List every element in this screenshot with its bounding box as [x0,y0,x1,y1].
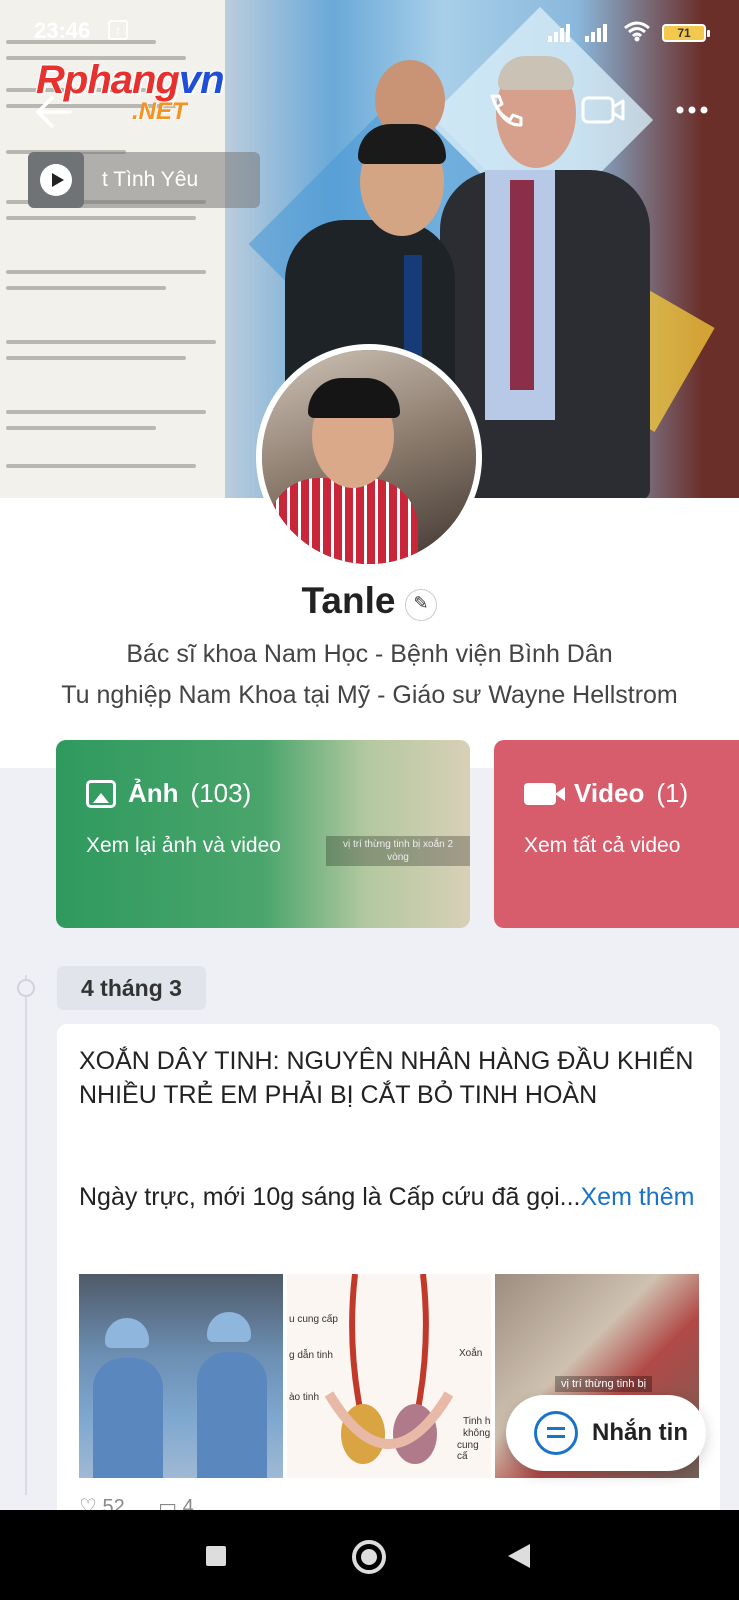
video-icon [524,782,565,805]
photos-card-image-caption: vị trí thừng tinh bị xoắn 2 vòng [326,836,470,866]
logo-vn-text: vn [178,58,225,102]
back-arrow-icon[interactable] [34,94,74,130]
diagram-label: cung cấ [457,1440,479,1462]
status-time: 23:46 [34,18,91,43]
diagram-label: Tinh h [463,1416,491,1427]
profile-bio-line2: Tu nghiệp Nam Khoa tại Mỹ - Giáo sư Wayn… [61,681,678,709]
video-card[interactable]: Video (1) Xem tất cả video [494,740,739,928]
diagram-label: g dẫn tinh [289,1350,333,1361]
post-photo-diagram[interactable]: u cung cấp g dẫn tinh ào tinh Xoắn Tinh … [287,1274,491,1478]
photos-card-title: Ảnh (103) [86,778,251,809]
diagram-label: Xoắn [459,1348,483,1359]
image-icon [86,779,116,808]
profile-bio-line1: Bác sĩ khoa Nam Học - Bệnh viện Bình Dân [126,640,613,668]
photos-count: (103) [190,778,252,808]
photos-card[interactable]: Ảnh (103) Xem lại ảnh và video vị trí thừ… [56,740,470,928]
timeline-dot [17,979,35,997]
signal-icon-2 [585,24,607,42]
music-thumbnail [28,152,84,208]
system-navigation-bar [0,1510,739,1600]
diagram-label: không [463,1428,491,1439]
wifi-icon [624,21,650,42]
see-more-link[interactable]: Xem thêm [581,1183,695,1211]
diagram-label: ào tinh [289,1392,320,1403]
watermark-suffix: .NET [132,98,187,125]
post-headline: XOẮN DÂY TINH: NGUYÊN NHÂN HÀNG ĐẦU KHIẾ… [79,1047,694,1109]
recent-apps-icon[interactable] [206,1546,226,1566]
chat-bubble-icon [534,1411,578,1455]
post-body: Ngày trực, mới 10g sáng là Cấp cứu đã gọ… [79,1180,699,1214]
video-count: (1) [656,778,689,808]
photos-label: Ảnh [128,778,179,808]
system-back-icon[interactable] [508,1544,530,1568]
video-call-icon[interactable] [580,90,626,130]
music-song-title: t Tình Yêu [102,168,199,191]
timeline-date: 4 tháng 3 [57,966,206,1010]
video-label: Video [574,778,645,808]
home-icon[interactable] [352,1540,386,1574]
status-bar: 23:46 ↑ 71 [0,0,739,64]
message-button-label: Nhắn tin [592,1419,688,1446]
edit-pencil-icon[interactable] [405,588,438,621]
video-card-subtitle: Xem tất cả video [524,834,681,857]
post-photo-surgery[interactable] [79,1274,283,1478]
profile-music[interactable]: t Tình Yêu [28,152,260,208]
avatar[interactable] [256,344,482,570]
profile-name: Tanle [301,580,396,621]
photos-card-subtitle: Xem lại ảnh và video [86,834,281,857]
phone-icon[interactable] [482,90,528,130]
post-body-text: Ngày trực, mới 10g sáng là Cấp cứu đã gọ… [79,1183,581,1211]
photo-caption: vị trí thừng tinh bị [555,1376,653,1392]
video-card-title: Video (1) [524,778,688,809]
profile-name-row: Tanle [0,580,739,625]
diagram-label: u cung cấp [289,1314,338,1325]
battery-icon: 71 [662,24,710,42]
upload-icon: ↑ [108,20,128,40]
more-options-icon[interactable] [672,90,718,130]
signal-icon [548,24,570,42]
message-button[interactable]: Nhắn tin [506,1395,706,1471]
timeline-line [25,975,27,1495]
play-icon[interactable] [40,164,72,196]
